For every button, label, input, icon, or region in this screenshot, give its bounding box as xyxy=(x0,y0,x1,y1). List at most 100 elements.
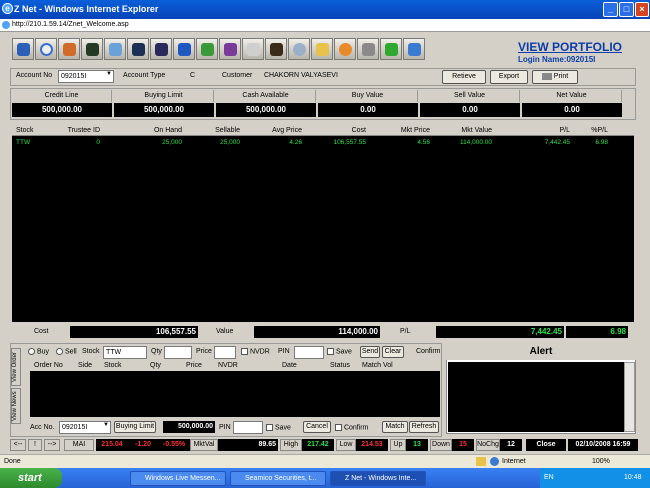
task-znet[interactable]: Z Net - Windows Inte... xyxy=(330,471,426,486)
grid-cell[interactable]: 25,000 xyxy=(200,139,240,146)
news-icon[interactable] xyxy=(242,38,264,60)
grid-cell[interactable]: 6.98 xyxy=(568,139,608,146)
grid-cell[interactable]: 0 xyxy=(60,139,100,146)
task-messenger[interactable]: Windows Live Messen... xyxy=(130,471,226,486)
acc-no-select[interactable]: 092015I ▼ xyxy=(59,421,111,434)
grid-cell[interactable]: 4.56 xyxy=(390,139,430,146)
bang-button[interactable]: ! xyxy=(28,439,42,451)
price-input[interactable] xyxy=(214,346,236,359)
next-button[interactable]: --> xyxy=(44,439,60,451)
grid-cell[interactable]: 7,442.45 xyxy=(530,139,570,146)
order-grid[interactable] xyxy=(30,371,440,417)
buy-radio[interactable]: Buy xyxy=(28,348,49,355)
sell-radio[interactable]: Sell xyxy=(56,348,77,355)
confirm2-checkbox[interactable]: Confirm xyxy=(335,424,368,431)
zoom-level[interactable]: 100% xyxy=(592,458,610,465)
settings-icon[interactable] xyxy=(357,38,379,60)
grid-cell[interactable]: TTW xyxy=(16,139,30,146)
tab-view-news[interactable]: View News xyxy=(11,388,21,424)
sell-radio-button[interactable] xyxy=(56,348,63,355)
prev-button[interactable]: <-- xyxy=(10,439,26,451)
match-button[interactable]: Match xyxy=(382,421,408,433)
view-portfolio-link[interactable]: VIEW PORTFOLIO xyxy=(518,40,622,54)
trend-icon[interactable] xyxy=(104,38,126,60)
buy-radio-button[interactable] xyxy=(28,348,35,355)
folder-icon[interactable] xyxy=(311,38,333,60)
line-chart-icon[interactable] xyxy=(127,38,149,60)
portfolio-grid[interactable] xyxy=(12,126,634,322)
summary-header: Sell Value xyxy=(420,90,520,102)
grid-header-cell[interactable]: P/L xyxy=(530,127,570,134)
pin2-input[interactable] xyxy=(233,421,263,434)
export-button[interactable]: Export xyxy=(490,70,528,84)
grid-header-cell[interactable]: Stock xyxy=(16,127,34,134)
language-indicator[interactable]: EN xyxy=(544,468,554,488)
money-sell-icon[interactable] xyxy=(219,38,241,60)
alarm-icon[interactable] xyxy=(334,38,356,60)
grid-header-cell[interactable]: Sellable xyxy=(200,127,240,134)
save-check[interactable] xyxy=(327,348,334,355)
save-checkbox[interactable]: Save xyxy=(327,348,352,355)
retieve-button[interactable]: Retieve xyxy=(442,70,486,84)
save2-check[interactable] xyxy=(266,424,273,431)
grid-header-cell[interactable]: %P/L xyxy=(568,127,608,134)
grid-cell[interactable]: 114,000.00 xyxy=(452,139,492,146)
acc-no-label: Acc No. xyxy=(30,424,55,431)
money-icon[interactable] xyxy=(196,38,218,60)
bar-chart-icon[interactable] xyxy=(150,38,172,60)
info-icon[interactable] xyxy=(173,38,195,60)
order-grid-header[interactable]: Stock xyxy=(104,362,122,369)
chart-board-icon[interactable] xyxy=(81,38,103,60)
grid-header-cell[interactable]: Cost xyxy=(326,127,366,134)
alert-list[interactable] xyxy=(448,362,624,432)
exit-icon[interactable] xyxy=(380,38,402,60)
order-grid-header[interactable]: Status xyxy=(330,362,350,369)
buying-limit-button[interactable]: Buying Limit xyxy=(114,421,156,433)
home-icon[interactable] xyxy=(12,38,34,60)
account-no-select[interactable]: 092015I ▼ xyxy=(58,70,114,83)
send-button[interactable]: Send xyxy=(360,346,380,358)
print-button[interactable]: Print xyxy=(532,70,578,84)
tools-icon[interactable] xyxy=(58,38,80,60)
order-grid-header[interactable]: Side xyxy=(78,362,92,369)
close-button[interactable]: × xyxy=(635,2,649,17)
grid-cell[interactable]: 25,000 xyxy=(142,139,182,146)
stock-input[interactable]: TTW xyxy=(103,346,147,359)
portfolio-icon[interactable] xyxy=(265,38,287,60)
minimize-button[interactable]: _ xyxy=(603,2,618,17)
order-grid-header[interactable]: Date xyxy=(282,362,297,369)
order-grid-header[interactable]: Match Vol xyxy=(362,362,393,369)
order-grid-header[interactable]: Qty xyxy=(150,362,161,369)
total-pl: 7,442.45 xyxy=(436,326,564,338)
task-seamico[interactable]: Seamico Securities, t... xyxy=(230,471,326,486)
maximize-button[interactable]: □ xyxy=(619,2,634,17)
qty-input[interactable] xyxy=(164,346,192,359)
grid-cell[interactable]: 4.26 xyxy=(262,139,302,146)
address-bar[interactable]: http://210.1.59.14/Znet_Welcome.asp xyxy=(0,19,650,32)
order-grid-header[interactable]: Price xyxy=(186,362,202,369)
start-button[interactable]: start xyxy=(0,468,62,488)
clock-icon[interactable] xyxy=(35,38,57,60)
grid-cell[interactable]: 106,557.55 xyxy=(326,139,366,146)
confirm2-check[interactable] xyxy=(335,424,342,431)
order-grid-header[interactable]: NVDR xyxy=(218,362,238,369)
graph-icon[interactable] xyxy=(403,38,425,60)
nvdr-checkbox[interactable]: NVDR xyxy=(241,348,270,355)
grid-header-cell[interactable]: Avg Price xyxy=(262,127,302,134)
total-pct-pl: 6.98 xyxy=(566,326,628,338)
grid-header-cell[interactable]: Trustee ID xyxy=(60,127,100,134)
pl-label: P/L xyxy=(400,328,411,335)
cancel-button[interactable]: Cancel xyxy=(303,421,331,433)
pin-input[interactable] xyxy=(294,346,324,359)
order-grid-header[interactable]: Order No xyxy=(34,362,63,369)
grid-header-cell[interactable]: On Hand xyxy=(142,127,182,134)
tab-view-order[interactable]: View Order xyxy=(11,348,21,386)
clear-button[interactable]: Clear xyxy=(382,346,404,358)
refresh-button[interactable]: Refresh xyxy=(409,421,439,433)
save2-checkbox[interactable]: Save xyxy=(266,424,291,431)
grid-header-cell[interactable]: Mkt Value xyxy=(452,127,492,134)
search-icon[interactable] xyxy=(288,38,310,60)
grid-header-cell[interactable]: Mkt Price xyxy=(390,127,430,134)
nvdr-check[interactable] xyxy=(241,348,248,355)
alert-scrollbar[interactable] xyxy=(624,362,635,432)
